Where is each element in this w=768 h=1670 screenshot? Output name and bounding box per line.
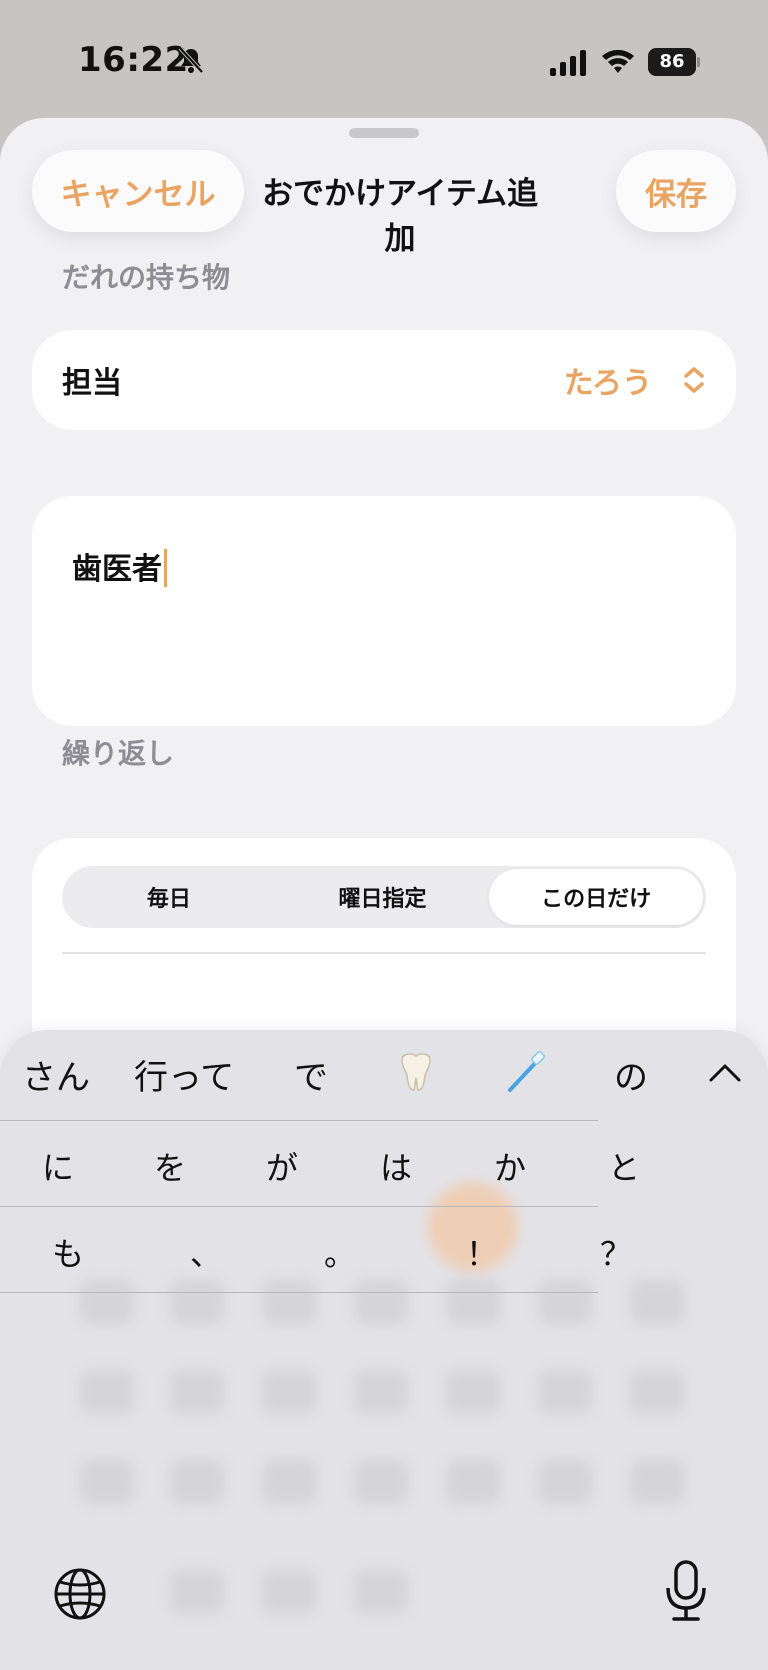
- status-time: 16:22: [78, 40, 189, 80]
- segment-weekday[interactable]: 曜日指定: [276, 869, 490, 925]
- globe-icon[interactable]: [52, 1566, 108, 1622]
- candidate-bar: さん 行って で の: [0, 1050, 768, 1120]
- prediction-row-divider: [0, 1292, 598, 1293]
- prediction-key[interactable]: と: [608, 1143, 640, 1189]
- prediction-key[interactable]: は: [380, 1143, 412, 1189]
- prediction-key[interactable]: ！: [466, 1229, 498, 1275]
- wifi-icon: [602, 49, 634, 73]
- toothbrush-icon[interactable]: [504, 1050, 548, 1094]
- chevron-up-down-icon: [684, 367, 704, 393]
- bell-slash-icon: [178, 46, 204, 74]
- sheet-grabber[interactable]: [349, 128, 419, 138]
- status-bar: 16:22 86: [0, 0, 768, 120]
- candidate-item[interactable]: の: [614, 1050, 648, 1099]
- prediction-row: に を が は か と: [0, 1120, 640, 1206]
- prediction-key[interactable]: を: [154, 1143, 186, 1189]
- signal-icon: [550, 50, 586, 76]
- battery-level: 86: [648, 48, 696, 76]
- prediction-key[interactable]: が: [266, 1143, 298, 1189]
- chevron-up-icon[interactable]: [708, 1062, 742, 1084]
- segment-this-day-only[interactable]: この日だけ: [489, 869, 704, 925]
- prediction-key[interactable]: 。: [324, 1229, 356, 1275]
- sheet-title: おでかけアイテム追加: [262, 176, 538, 257]
- item-name-text-wrap: 歯医者: [72, 544, 167, 588]
- prediction-row: も 、 。 ！ ？: [0, 1206, 632, 1292]
- prediction-key[interactable]: に: [42, 1143, 74, 1189]
- cancel-button[interactable]: キャンセル: [32, 150, 244, 232]
- candidate-item[interactable]: さん: [22, 1050, 90, 1099]
- text-cursor: [164, 549, 167, 587]
- prediction-key[interactable]: 、: [190, 1229, 222, 1275]
- prediction-key[interactable]: か: [494, 1143, 526, 1189]
- keyboard: さん 行って で の に を が は か と も 、 。 ！ ？: [0, 1030, 768, 1670]
- assignee-picker[interactable]: 担当 たろう: [32, 330, 736, 430]
- owner-section-header: だれの持ち物: [62, 261, 231, 294]
- assignee-label: 担当: [62, 366, 122, 401]
- item-name-value: 歯医者: [72, 552, 162, 587]
- prediction-key[interactable]: ？: [600, 1229, 632, 1275]
- prediction-key[interactable]: も: [52, 1229, 84, 1275]
- candidate-item[interactable]: 行って: [134, 1050, 234, 1099]
- item-name-field[interactable]: 歯医者: [32, 496, 736, 726]
- segment-daily[interactable]: 毎日: [62, 869, 276, 925]
- divider: [62, 952, 706, 954]
- assignee-value: たろう: [563, 366, 652, 401]
- save-button[interactable]: 保存: [616, 150, 736, 232]
- tooth-icon[interactable]: [394, 1050, 438, 1094]
- repeat-section-header: 繰り返し: [62, 737, 175, 770]
- battery-icon: 86: [648, 48, 700, 76]
- microphone-icon[interactable]: [664, 1560, 708, 1622]
- candidate-item[interactable]: で: [294, 1050, 328, 1099]
- repeat-segmented-control: 毎日 曜日指定 この日だけ: [62, 866, 706, 928]
